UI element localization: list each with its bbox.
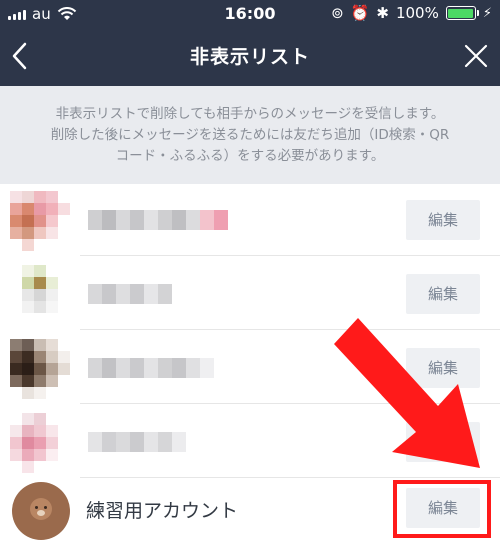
account-name: 練習用アカウント xyxy=(86,500,239,522)
close-icon[interactable] xyxy=(464,44,488,68)
bluetooth-icon: ✱ xyxy=(376,4,389,22)
list-item: 編集 xyxy=(0,184,500,256)
blurred-name xyxy=(88,358,214,378)
battery-fill xyxy=(448,8,474,18)
info-notice: 非表示リストで削除しても相手からのメッセージを受信します。 削除した後にメッセー… xyxy=(0,86,500,184)
blurred-name xyxy=(88,284,172,304)
nav-bar: 非表示リスト xyxy=(0,28,500,86)
red-arrow-annotation xyxy=(334,318,480,468)
status-right: ⊚ ⏰ ✱ 100% ⚡ xyxy=(331,4,492,22)
battery-icon xyxy=(445,6,479,20)
avatar xyxy=(10,413,70,473)
notice-line: コード・ふるふる）をする必要があります。 xyxy=(115,148,385,164)
notice-line: 非表示リストで削除しても相手からのメッセージを受信します。 xyxy=(55,106,445,122)
avatar xyxy=(12,482,70,540)
edit-button[interactable]: 編集 xyxy=(406,200,480,240)
charging-icon: ⚡ xyxy=(482,5,492,21)
rotation-lock-icon: ⊚ xyxy=(331,4,344,22)
blurred-name xyxy=(88,432,186,452)
avatar xyxy=(10,339,70,399)
edit-button[interactable]: 編集 xyxy=(406,274,480,314)
bear-icon xyxy=(30,498,52,520)
status-bar: au 16:00 ⊚ ⏰ ✱ 100% ⚡ xyxy=(0,0,500,28)
notice-line: 削除した後にメッセージを送るためには友だち追加（ID検索・QR xyxy=(50,127,450,143)
top-bar: au 16:00 ⊚ ⏰ ✱ 100% ⚡ 非表示リスト xyxy=(0,0,500,86)
highlight-box xyxy=(393,480,491,538)
avatar xyxy=(10,265,70,325)
battery-percent: 100% xyxy=(395,4,439,22)
avatar xyxy=(10,191,70,251)
alarm-icon: ⏰ xyxy=(350,4,370,22)
row-divider xyxy=(80,255,500,256)
blurred-name xyxy=(88,210,228,230)
page-title: 非表示リスト xyxy=(189,46,310,68)
